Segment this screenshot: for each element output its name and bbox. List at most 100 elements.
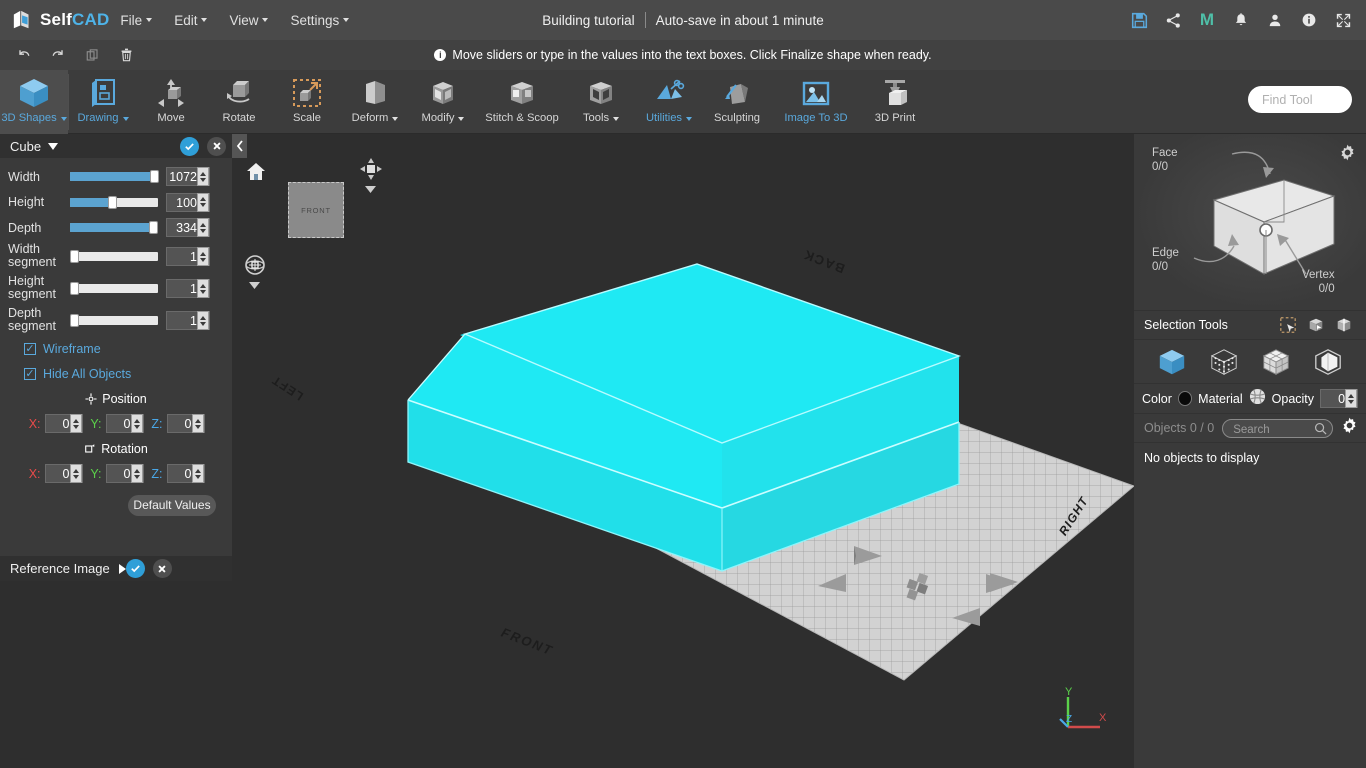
material-icon[interactable] [1249, 388, 1266, 410]
cancel-shape-button[interactable] [207, 136, 226, 156]
ribbon-tools[interactable]: Tools [567, 70, 635, 134]
cube-object[interactable] [232, 134, 1134, 768]
width-segment-input[interactable] [167, 248, 199, 266]
height-numbox[interactable] [166, 192, 210, 212]
info-icon[interactable] [1294, 5, 1324, 35]
collapse-left-panel-button[interactable] [232, 134, 247, 158]
height-segment-slider[interactable] [70, 282, 158, 295]
chevron-right-icon[interactable] [118, 563, 126, 574]
height-segment-stepper[interactable] [197, 279, 209, 298]
position-z-numbox[interactable] [166, 414, 205, 433]
menu-view[interactable]: View [218, 0, 279, 40]
height-segment-numbox[interactable] [166, 279, 210, 298]
edge-mode-icon[interactable] [1256, 343, 1296, 381]
depth-stepper[interactable] [197, 218, 209, 238]
ribbon-rotate[interactable]: Rotate [205, 70, 273, 134]
position-z-input[interactable] [167, 415, 194, 433]
app-logo[interactable]: SelfCAD [12, 9, 109, 31]
ribbon-image-to-3d[interactable]: Image To 3D [771, 70, 861, 134]
rotation-x-numbox[interactable] [44, 464, 83, 483]
share-icon[interactable] [1158, 5, 1188, 35]
height-input[interactable] [167, 194, 199, 212]
default-values-button[interactable]: Default Values [128, 494, 216, 516]
position-x-numbox[interactable] [44, 414, 83, 433]
3d-viewport[interactable]: BACK FRONT LEFT RIGHT FRONT Y X Z [232, 134, 1134, 768]
menu-settings[interactable]: Settings [279, 0, 360, 40]
object-mode-icon[interactable] [1152, 343, 1192, 381]
project-title[interactable]: Building tutorial [542, 13, 634, 28]
objects-search-box[interactable] [1222, 418, 1333, 438]
width-numbox[interactable] [166, 167, 210, 187]
reference-image-header[interactable]: Reference Image [0, 556, 232, 581]
position-y-input[interactable] [106, 415, 133, 433]
rotation-z-input[interactable] [167, 465, 194, 483]
height-segment-input[interactable] [167, 280, 199, 298]
save-icon[interactable] [1124, 5, 1154, 35]
wireframe-checkbox-row[interactable]: ✓ Wireframe [8, 337, 224, 362]
vertex-mode-icon[interactable] [1204, 343, 1244, 381]
position-x-stepper[interactable] [69, 414, 82, 433]
rotation-y-stepper[interactable] [130, 464, 143, 483]
depth-slider[interactable] [70, 221, 158, 235]
mirror-m-icon[interactable]: M [1192, 5, 1222, 35]
ribbon-modify[interactable]: Modify [409, 70, 477, 134]
position-x-input[interactable] [45, 415, 72, 433]
opacity-numbox[interactable] [1320, 389, 1358, 408]
user-account-icon[interactable] [1260, 5, 1290, 35]
depth-segment-slider[interactable] [70, 314, 158, 327]
ribbon-stitch-scoop[interactable]: Stitch & Scoop [477, 70, 567, 134]
notifications-bell-icon[interactable] [1226, 5, 1256, 35]
width-slider[interactable] [70, 170, 160, 184]
menu-edit[interactable]: Edit [163, 0, 218, 40]
selection-preview[interactable]: Face 0/0 Edge 0/0 Vertex 0/0 [1134, 134, 1366, 310]
depth-numbox[interactable] [166, 218, 210, 238]
height-slider[interactable] [70, 195, 158, 209]
loop-select-icon[interactable] [1330, 312, 1358, 338]
reference-image-close-button[interactable] [152, 559, 172, 578]
ribbon-3d-print[interactable]: 3D Print [861, 70, 929, 134]
wireframe-checkbox[interactable]: ✓ [24, 343, 36, 355]
ribbon-deform[interactable]: Deform [341, 70, 409, 134]
rect-select-icon[interactable] [1274, 312, 1302, 338]
width-segment-stepper[interactable] [197, 247, 209, 266]
position-y-numbox[interactable] [105, 414, 144, 433]
rotation-y-numbox[interactable] [105, 464, 144, 483]
opacity-stepper[interactable] [1345, 389, 1357, 408]
ribbon-utilities[interactable]: Utilities [635, 70, 703, 134]
home-icon[interactable] [246, 162, 266, 186]
opacity-input[interactable] [1321, 390, 1348, 408]
height-stepper[interactable] [197, 192, 209, 212]
depth-segment-input[interactable] [167, 312, 199, 330]
depth-segment-stepper[interactable] [197, 311, 209, 330]
view-cube[interactable]: FRONT [288, 182, 344, 238]
finalize-shape-button[interactable] [180, 136, 199, 156]
ribbon-3d-shapes[interactable]: 3D Shapes [0, 70, 68, 134]
hide-all-objects-checkbox-row[interactable]: ✓ Hide All Objects [8, 362, 224, 387]
width-segment-slider[interactable] [70, 250, 158, 263]
find-tool-input[interactable] [1248, 86, 1352, 113]
depth-segment-numbox[interactable] [166, 311, 210, 330]
menu-file[interactable]: File [109, 0, 163, 40]
fullscreen-icon[interactable] [1328, 5, 1358, 35]
rotation-x-input[interactable] [45, 465, 72, 483]
chevron-down-icon[interactable] [48, 142, 59, 150]
box-select-icon[interactable] [1302, 312, 1330, 338]
rotation-z-numbox[interactable] [166, 464, 205, 483]
width-input[interactable] [167, 168, 199, 186]
width-segment-numbox[interactable] [166, 247, 210, 266]
position-y-stepper[interactable] [130, 414, 143, 433]
face-mode-icon[interactable] [1308, 343, 1348, 381]
ribbon-move[interactable]: Move [137, 70, 205, 134]
depth-input[interactable] [167, 219, 199, 237]
width-stepper[interactable] [197, 167, 209, 187]
orbit-dropdown-icon[interactable] [249, 277, 260, 295]
rotation-x-stepper[interactable] [69, 464, 82, 483]
ribbon-scale[interactable]: Scale [273, 70, 341, 134]
ribbon-sculpting[interactable]: Sculpting [703, 70, 771, 134]
view-mode-dropdown-icon[interactable] [365, 181, 376, 199]
rotation-z-stepper[interactable] [191, 464, 204, 483]
position-z-stepper[interactable] [191, 414, 204, 433]
color-swatch[interactable] [1177, 391, 1193, 406]
ribbon-drawing[interactable]: Drawing [69, 70, 137, 134]
move-gizmo[interactable] [818, 546, 1018, 626]
